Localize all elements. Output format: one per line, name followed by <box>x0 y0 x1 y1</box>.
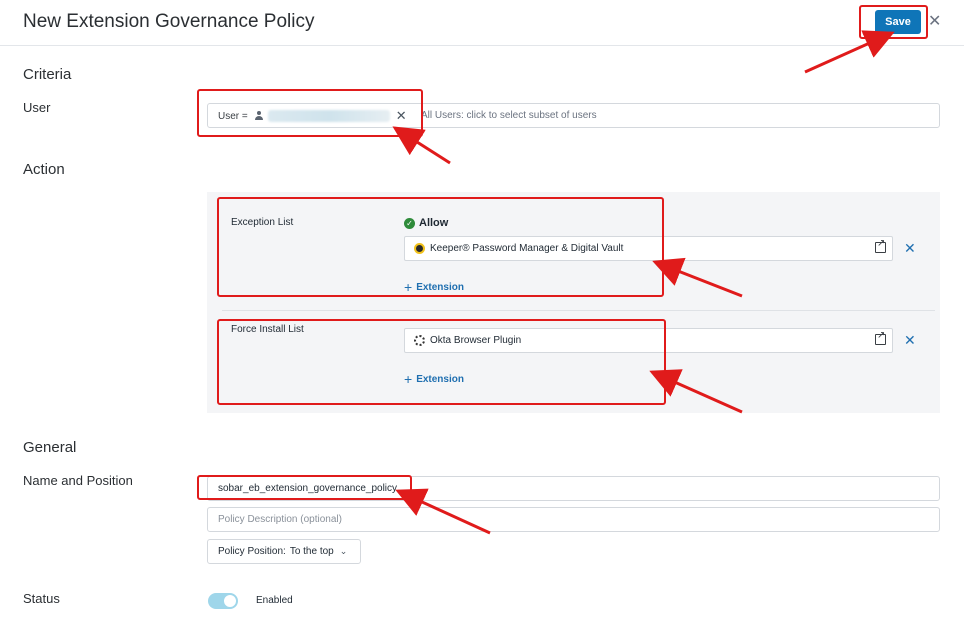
arrow-save <box>804 30 895 74</box>
arrow-exception <box>652 257 743 298</box>
arrow-name <box>395 488 491 535</box>
annotation-arrows <box>392 30 895 535</box>
arrow-user <box>392 126 451 165</box>
arrow-force-install <box>649 369 743 414</box>
